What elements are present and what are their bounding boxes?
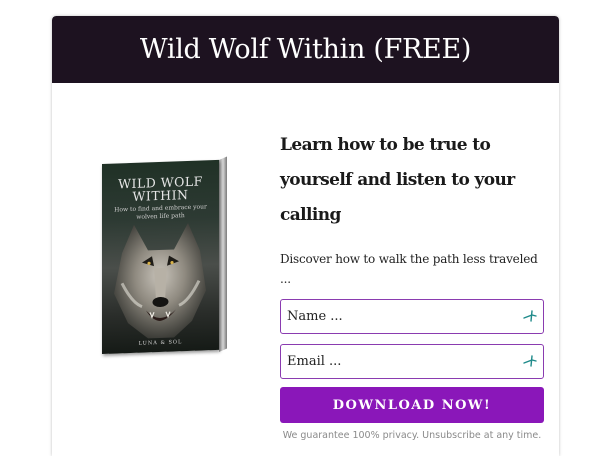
autofill-key-icon[interactable] [523,309,537,323]
email-field[interactable] [280,344,544,379]
page-title: Wild Wolf Within (FREE) [139,34,472,65]
description: Discover how to walk the path less trave… [280,252,538,286]
name-field[interactable] [280,299,544,334]
book-cover: WILD WOLF WITHIN How to find and embrace… [102,156,232,364]
header-bar: Wild Wolf Within (FREE) [52,16,559,83]
privacy-note: We guarantee 100% privacy. Unsubscribe a… [282,430,542,441]
wolf-image [114,222,206,339]
name-input[interactable] [281,300,517,333]
book-spine [219,156,227,352]
autofill-key-icon[interactable] [523,354,537,368]
book-title: WILD WOLF WITHIN [102,173,219,204]
headline: Learn how to be true to yourself and lis… [280,135,515,225]
optin-card: Wild Wolf Within (FREE) WILD WOLF WITHIN… [52,16,559,456]
book-front: WILD WOLF WITHIN How to find and embrace… [102,159,219,354]
download-button[interactable]: DOWNLOAD NOW! [280,387,544,423]
optin-content: Learn how to be true to yourself and lis… [280,128,546,441]
email-input[interactable] [281,345,517,378]
